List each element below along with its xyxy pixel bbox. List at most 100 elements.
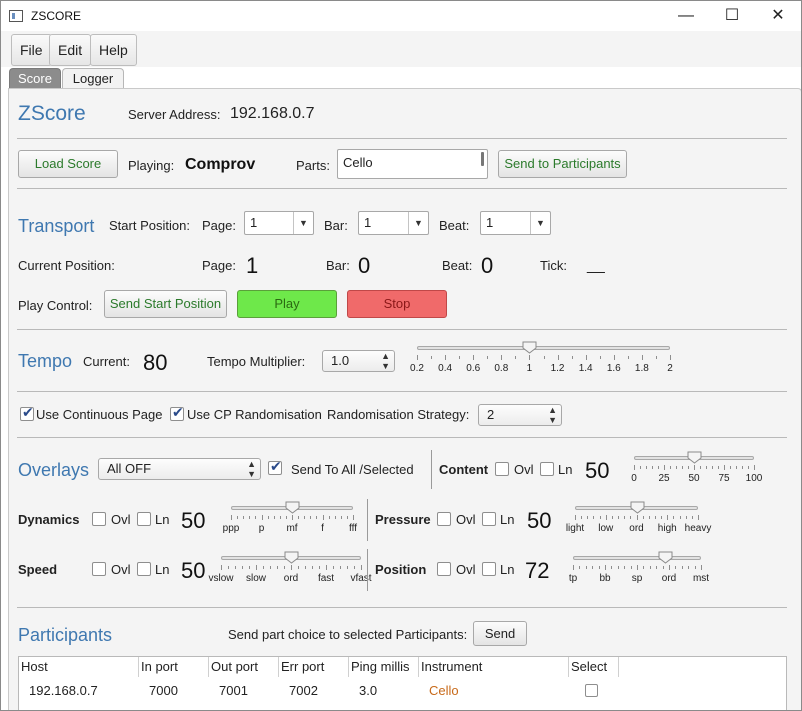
speed-slider[interactable]: vslow slow ord fast vfast (208, 551, 372, 591)
column-header-host[interactable]: Host (19, 657, 139, 677)
slider-thumb[interactable] (284, 551, 299, 564)
pressure-ln-checkbox[interactable] (482, 512, 496, 526)
participants-table: Host In port Out port Err port Ping mill… (18, 656, 787, 710)
slider-tick (255, 516, 257, 519)
play-button[interactable]: Play (237, 290, 337, 318)
position-slider[interactable]: tp bb sp ord mst (567, 551, 709, 591)
start-page-select[interactable]: 1 ▼ (244, 211, 314, 235)
cp-randomisation-checkbox[interactable] (170, 404, 184, 421)
slider-tick (634, 465, 635, 470)
slider-tick (667, 515, 669, 520)
pressure-ovl-checkbox[interactable] (437, 512, 451, 526)
speed-ovl-label: Ovl (111, 562, 131, 577)
tab-logger[interactable]: Logger (62, 68, 124, 89)
stop-button[interactable]: Stop (347, 290, 447, 318)
cp-randomisation-label: Use CP Randomisation (187, 407, 322, 422)
pressure-value: 50 (527, 508, 552, 533)
column-header-instrument[interactable]: Instrument (419, 657, 569, 677)
slider-tick (221, 565, 222, 570)
slider-tick (353, 515, 354, 520)
menu-help[interactable]: Help (90, 34, 137, 66)
column-header-err-port[interactable]: Err port (279, 657, 349, 677)
column-header-select[interactable]: Select (569, 657, 619, 677)
pressure-slider[interactable]: light low ord high heavy (566, 501, 711, 541)
slider-tick (618, 516, 620, 519)
slider-tick (736, 466, 737, 469)
send-part-choice-label: Send part choice to selected Participant… (228, 627, 468, 642)
speed-ln-checkbox[interactable] (137, 562, 151, 576)
content-slider[interactable]: 0 25 50 75 100 (628, 451, 763, 491)
slider-track[interactable] (573, 556, 701, 560)
slider-tick-label: 0.6 (466, 363, 481, 374)
position-ln-checkbox[interactable] (482, 562, 496, 576)
select-checkbox[interactable] (585, 684, 598, 697)
slider-tick (679, 516, 681, 519)
parts-list[interactable]: Cello (337, 149, 488, 179)
slider-thumb[interactable] (285, 501, 300, 514)
menu-edit[interactable]: Edit (49, 34, 92, 66)
column-header-ping-millis[interactable]: Ping millis (349, 657, 419, 677)
dynamics-ovl-checkbox[interactable] (92, 512, 106, 526)
chevron-down-icon: ▼ (530, 212, 550, 234)
slider-track[interactable] (417, 346, 670, 350)
slider-tick (675, 566, 677, 569)
content-ovl-checkbox[interactable] (495, 462, 509, 476)
continuous-page-checkbox[interactable] (20, 404, 34, 421)
slider-tick (598, 566, 600, 569)
slider-tick (613, 355, 615, 360)
send-to-participants-button[interactable]: Send to Participants (498, 150, 627, 178)
tab-score[interactable]: Score (9, 68, 61, 89)
slider-tick-label: fast (317, 573, 335, 584)
column-header-out-port[interactable]: Out port (209, 657, 279, 677)
tempo-slider[interactable]: 0.2 0.4 0.6 0.8 1 1.2 1.4 1.6 1.8 2 (410, 341, 676, 383)
slider-tick (611, 566, 613, 569)
start-bar-select[interactable]: 1 ▼ (358, 211, 429, 235)
score-panel (8, 88, 801, 710)
slider-tick (730, 466, 731, 469)
slider-thumb[interactable] (522, 341, 537, 354)
spinner-icon: ▲ ▼ (381, 351, 390, 371)
send-button[interactable]: Send (473, 621, 527, 646)
overlays-select[interactable]: All OFF ▲ ▼ (98, 458, 261, 480)
send-start-position-button[interactable]: Send Start Position (104, 290, 227, 318)
parts-list-item[interactable]: Cello (343, 155, 373, 170)
slider-tick-label: vfast (350, 573, 372, 584)
send-to-all-checkbox[interactable] (268, 458, 282, 475)
close-button[interactable]: ✕ (755, 1, 801, 31)
slider-thumb[interactable] (630, 501, 645, 514)
start-beat-select[interactable]: 1 ▼ (480, 211, 551, 235)
slider-tick (599, 356, 601, 359)
slider-tick (267, 516, 269, 519)
slider-tick (571, 356, 573, 359)
position-ovl-checkbox[interactable] (437, 562, 451, 576)
menu-file[interactable]: File (11, 34, 52, 66)
slider-tick-label: heavy (684, 523, 712, 534)
dynamics-ln-checkbox[interactable] (137, 512, 151, 526)
load-score-button[interactable]: Load Score (18, 150, 118, 178)
column-header-in-port[interactable]: In port (139, 657, 209, 677)
slider-tick-label: 100 (745, 473, 763, 484)
randomisation-strategy-select[interactable]: 2 ▲ ▼ (478, 404, 562, 426)
slider-thumb[interactable] (658, 551, 673, 564)
slider-tick (670, 355, 671, 360)
content-ln-checkbox[interactable] (540, 462, 554, 476)
chevron-down-icon: ▼ (293, 212, 313, 234)
playing-value: Comprov (185, 156, 256, 173)
vertical-divider (431, 450, 432, 489)
content-ln-label: Ln (558, 462, 573, 477)
start-beat-label: Beat: (439, 218, 470, 233)
slider-tick (277, 566, 278, 569)
dynamics-slider[interactable]: ppp p mf f fff (223, 501, 359, 541)
minimize-button[interactable]: — (663, 1, 709, 31)
slider-tick (748, 466, 749, 469)
parts-scrollbar[interactable] (481, 152, 484, 166)
slider-tick (473, 355, 475, 360)
slider-tick (691, 516, 693, 519)
speed-ovl-checkbox[interactable] (92, 562, 106, 576)
maximize-button[interactable]: ☐ (709, 1, 755, 31)
tempo-multiplier-select[interactable]: 1.0 ▲ ▼ (322, 350, 395, 372)
divider (17, 437, 787, 438)
slider-tick (682, 466, 683, 469)
slider-thumb[interactable] (687, 451, 702, 464)
pressure-ovl-label: Ovl (456, 512, 476, 527)
